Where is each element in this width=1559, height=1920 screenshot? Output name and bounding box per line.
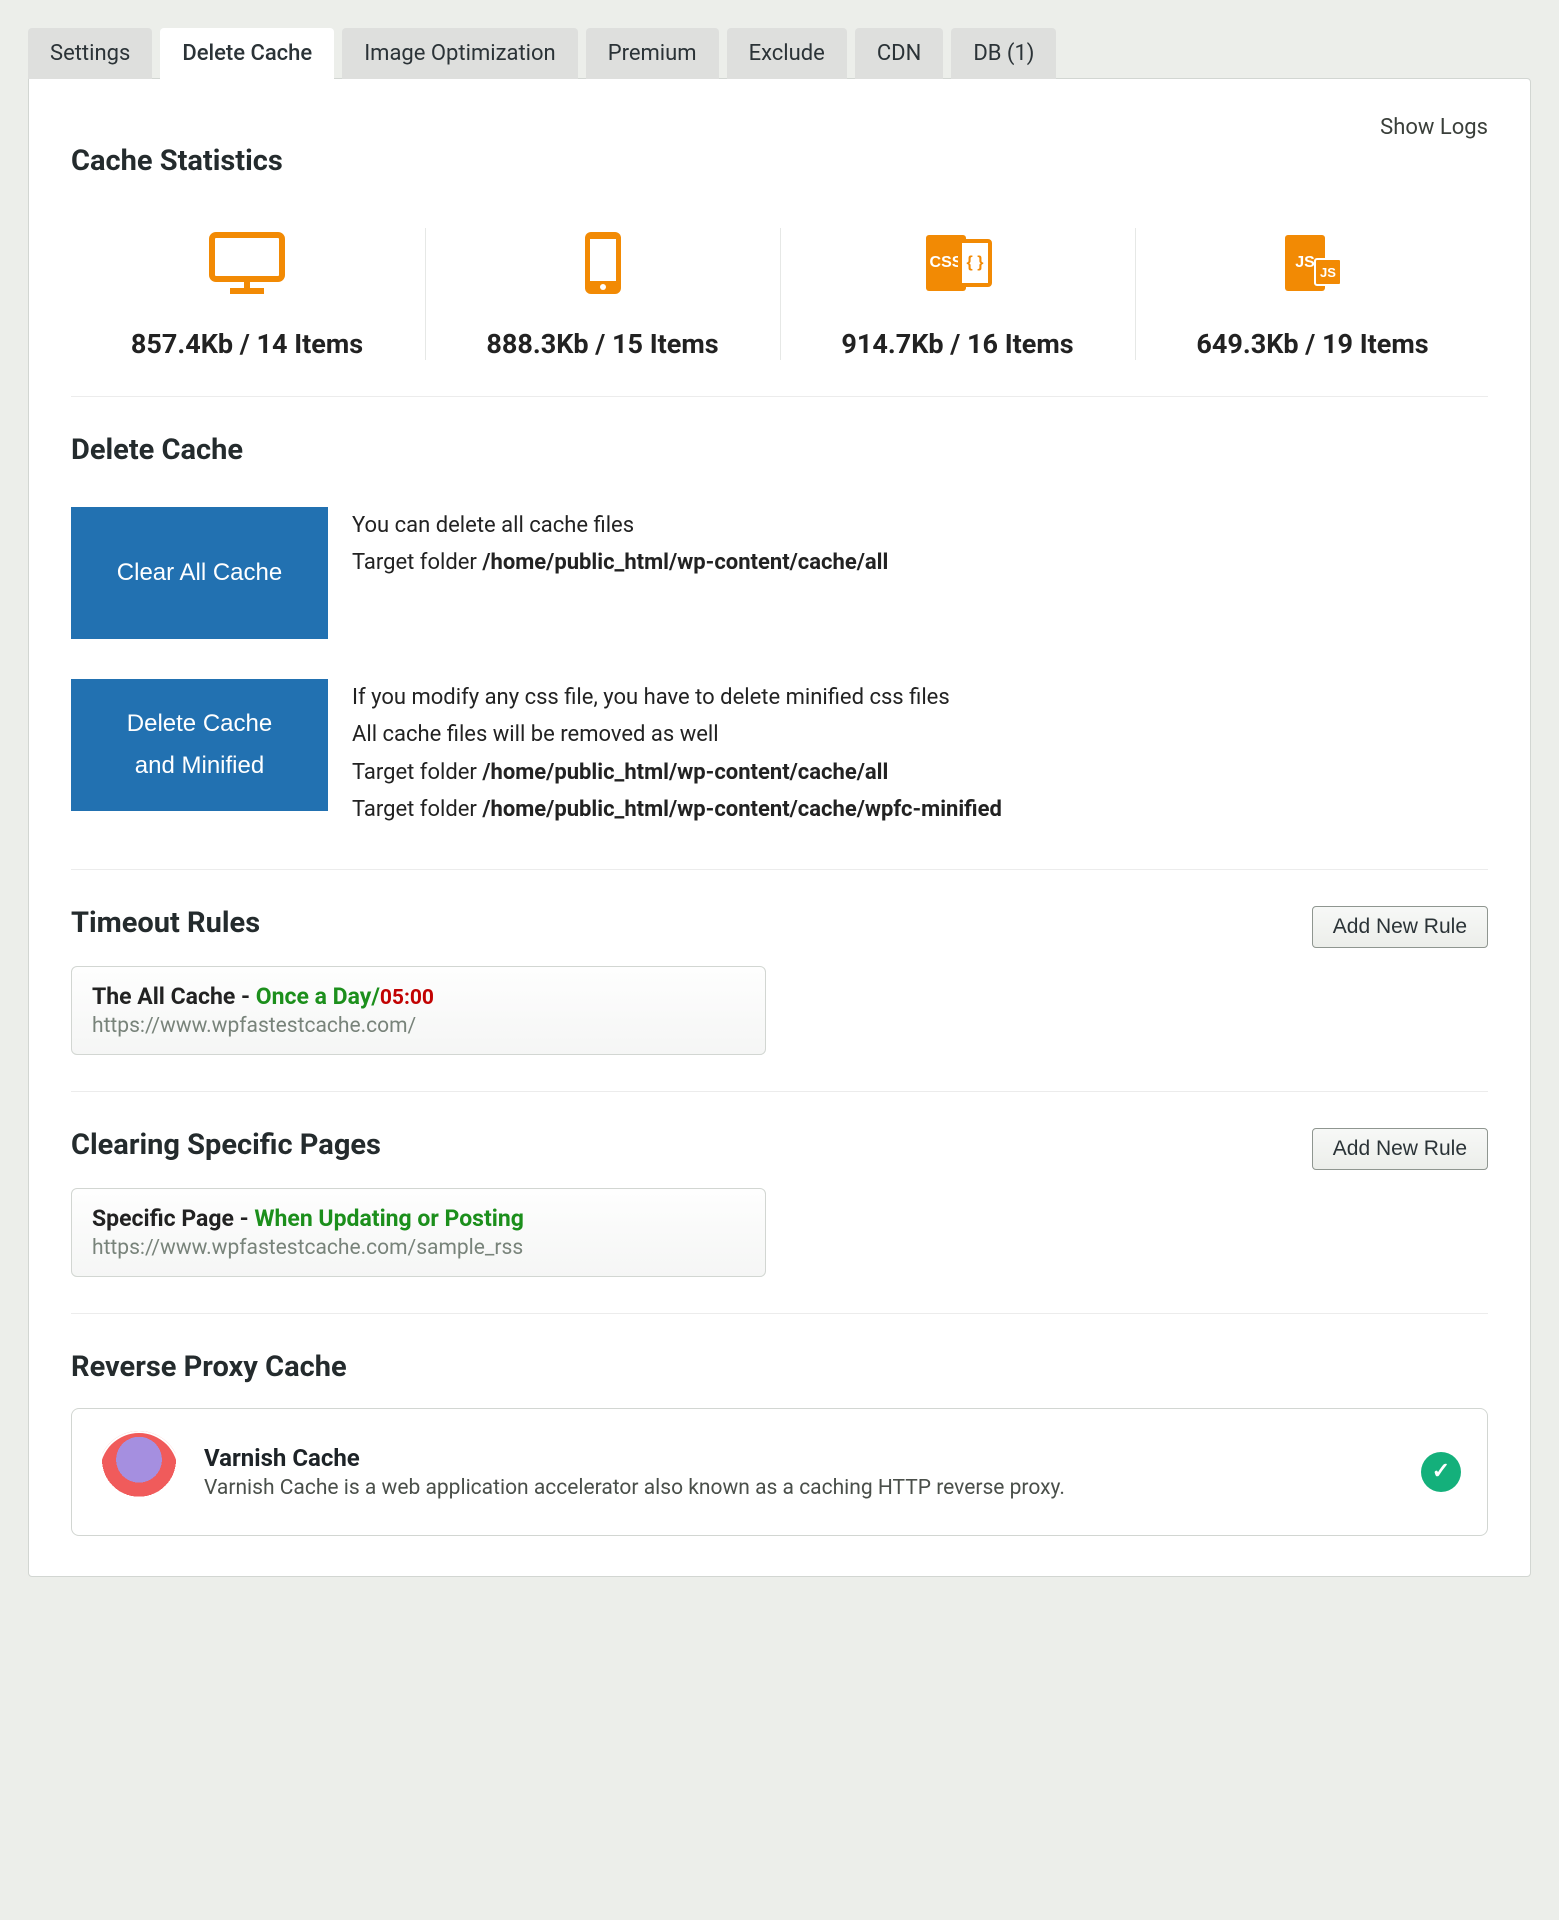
clear-all-cache-button[interactable]: Clear All Cache bbox=[71, 507, 328, 639]
desktop-icon bbox=[208, 228, 286, 298]
heading-delete-cache: Delete Cache bbox=[71, 433, 1488, 467]
varnish-title: Varnish Cache bbox=[204, 1444, 1397, 1472]
add-timeout-rule-button[interactable]: Add New Rule bbox=[1312, 906, 1488, 948]
stat-mobile-label: 888.3Kb / 15 Items bbox=[486, 328, 718, 360]
heading-cache-statistics: Cache Statistics bbox=[71, 144, 1488, 178]
divider bbox=[71, 1313, 1488, 1314]
divider bbox=[71, 1091, 1488, 1092]
delete-cache-and-minified-button[interactable]: Delete Cache and Minified bbox=[71, 679, 328, 811]
add-specific-rule-button[interactable]: Add New Rule bbox=[1312, 1128, 1488, 1170]
tab-delete-cache[interactable]: Delete Cache bbox=[160, 28, 334, 79]
tab-bar: Settings Delete Cache Image Optimization… bbox=[28, 28, 1531, 79]
tab-exclude[interactable]: Exclude bbox=[727, 28, 847, 79]
divider bbox=[71, 396, 1488, 397]
delete-minified-row: Delete Cache and Minified If you modify … bbox=[71, 679, 1488, 829]
tab-premium[interactable]: Premium bbox=[586, 28, 719, 79]
tab-db[interactable]: DB (1) bbox=[951, 28, 1056, 79]
divider bbox=[71, 869, 1488, 870]
cache-stats-row: 857.4Kb / 14 Items 888.3Kb / 15 Items CS… bbox=[71, 228, 1488, 360]
svg-text:{ }: { } bbox=[966, 254, 983, 271]
stat-mobile: 888.3Kb / 15 Items bbox=[425, 228, 780, 360]
stat-css: CSS{ } 914.7Kb / 16 Items bbox=[780, 228, 1135, 360]
heading-timeout-rules: Timeout Rules bbox=[71, 906, 260, 940]
stat-desktop-label: 857.4Kb / 14 Items bbox=[131, 328, 363, 360]
svg-text:CSS: CSS bbox=[929, 254, 962, 271]
varnish-cache-card[interactable]: Varnish Cache Varnish Cache is a web app… bbox=[71, 1408, 1488, 1536]
stat-css-label: 914.7Kb / 16 Items bbox=[841, 328, 1073, 360]
check-icon: ✓ bbox=[1421, 1452, 1461, 1492]
mobile-icon bbox=[583, 228, 623, 298]
stat-js: JS JS 649.3Kb / 19 Items bbox=[1135, 228, 1490, 360]
specific-rule-url: https://www.wpfastestcache.com/sample_rs… bbox=[92, 1236, 745, 1260]
tab-cdn[interactable]: CDN bbox=[855, 28, 943, 79]
tab-settings[interactable]: Settings bbox=[28, 28, 152, 79]
js-icon: JS JS bbox=[1281, 228, 1345, 298]
timeout-rule-url: https://www.wpfastestcache.com/ bbox=[92, 1014, 745, 1038]
timeout-rule-card[interactable]: The All Cache - Once a Day/05:00 https:/… bbox=[71, 966, 766, 1055]
clear-all-row: Clear All Cache You can delete all cache… bbox=[71, 507, 1488, 639]
show-logs-link[interactable]: Show Logs bbox=[71, 115, 1488, 140]
svg-text:JS: JS bbox=[1295, 254, 1315, 271]
varnish-description: Varnish Cache is a web application accel… bbox=[204, 1476, 1397, 1500]
svg-text:JS: JS bbox=[1320, 265, 1336, 280]
delete-minified-description: If you modify any css file, you have to … bbox=[352, 679, 1002, 829]
stat-desktop: 857.4Kb / 14 Items bbox=[70, 228, 425, 360]
heading-clearing-specific: Clearing Specific Pages bbox=[71, 1128, 381, 1162]
specific-rule-card[interactable]: Specific Page - When Updating or Posting… bbox=[71, 1188, 766, 1277]
css-icon: CSS{ } bbox=[922, 228, 994, 298]
heading-reverse-proxy: Reverse Proxy Cache bbox=[71, 1350, 1488, 1384]
clear-all-description: You can delete all cache files Target fo… bbox=[352, 507, 888, 582]
tab-image-optimization[interactable]: Image Optimization bbox=[342, 28, 578, 79]
varnish-avatar-icon bbox=[98, 1431, 180, 1513]
panel-delete-cache: Show Logs Cache Statistics 857.4Kb / 14 … bbox=[28, 78, 1531, 1577]
stat-js-label: 649.3Kb / 19 Items bbox=[1196, 328, 1428, 360]
